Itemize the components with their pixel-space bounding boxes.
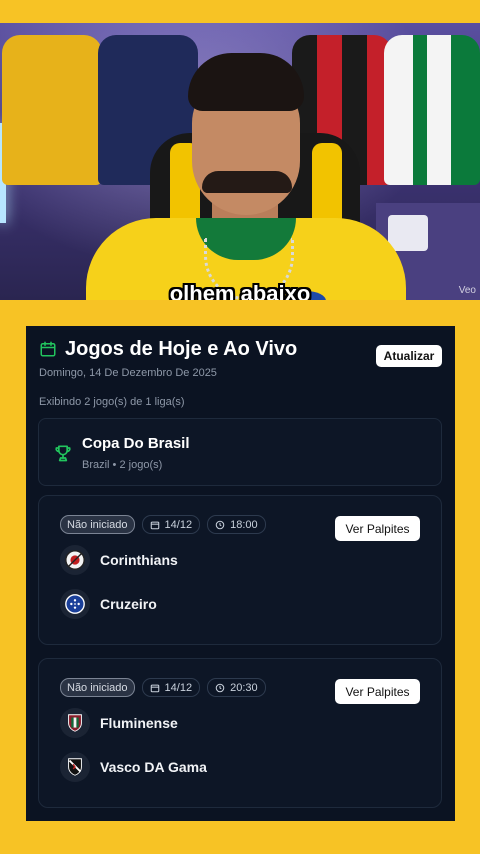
match-time: 20:30: [230, 681, 258, 694]
status-badge: Não iniciado: [60, 515, 135, 534]
home-team-name: Fluminense: [100, 715, 178, 731]
view-predictions-button[interactable]: Ver Palpites: [335, 679, 420, 704]
home-team-name: Corinthians: [100, 552, 178, 568]
match-card[interactable]: Não iniciado 14/12 20:30 Ver Palpites Fl…: [38, 658, 442, 808]
away-team: Cruzeiro: [60, 588, 157, 620]
time-chip: 18:00: [207, 515, 266, 534]
vasco-crest-icon: [60, 752, 90, 782]
time-chip: 20:30: [207, 678, 266, 697]
panel-header: Jogos de Hoje e Ao Vivo Atualizar: [39, 338, 442, 367]
view-predictions-button[interactable]: Ver Palpites: [335, 516, 420, 541]
play-button-plaque: [388, 215, 428, 251]
clock-icon: [215, 520, 225, 529]
video-caption: olhem abaixo: [169, 281, 311, 300]
match-time: 18:00: [230, 518, 258, 531]
league-card[interactable]: Copa Do Brasil Brazil • 2 jogo(s): [38, 418, 442, 486]
jersey-green-white: [384, 35, 480, 185]
match-chips: Não iniciado 14/12 20:30: [60, 678, 266, 697]
league-meta: Brazil • 2 jogo(s): [82, 459, 163, 471]
jersey-yellow: [2, 35, 102, 185]
away-team-name: Vasco DA Gama: [100, 759, 207, 775]
match-chips: Não iniciado 14/12 18:00: [60, 515, 266, 534]
home-team: Corinthians: [60, 544, 178, 576]
presenter-hair: [188, 53, 304, 111]
corinthians-crest-icon: [60, 545, 90, 575]
clock-icon: [215, 683, 225, 692]
home-team: Fluminense: [60, 707, 178, 739]
page-title: Jogos de Hoje e Ao Vivo: [65, 338, 298, 360]
calendar-icon: [150, 684, 159, 692]
status-badge: Não iniciado: [60, 678, 135, 697]
fluminense-crest-icon: [60, 708, 90, 738]
date-chip: 14/12: [141, 515, 201, 534]
away-team: Vasco DA Gama: [60, 751, 207, 783]
games-panel: Jogos de Hoje e Ao Vivo Atualizar Doming…: [26, 326, 455, 821]
results-summary: Exibindo 2 jogo(s) de 1 liga(s): [39, 396, 185, 408]
current-date: Domingo, 14 De Dezembro De 2025: [39, 367, 217, 379]
refresh-button[interactable]: Atualizar: [376, 345, 442, 367]
match-card[interactable]: Não iniciado 14/12 18:00 Ver Palpites Co…: [38, 495, 442, 645]
trophy-icon: [55, 445, 71, 462]
calendar-icon: [40, 341, 56, 357]
match-date: 14/12: [164, 518, 193, 531]
watermark: Veo: [458, 285, 476, 296]
presenter-mustache: [202, 171, 292, 193]
league-name: Copa Do Brasil: [82, 435, 190, 452]
match-date: 14/12: [164, 681, 193, 694]
cruzeiro-crest-icon: [60, 589, 90, 619]
video-frame: olhem abaixo Veo: [0, 23, 480, 300]
calendar-icon: [150, 521, 159, 529]
date-chip: 14/12: [141, 678, 201, 697]
away-team-name: Cruzeiro: [100, 596, 157, 612]
